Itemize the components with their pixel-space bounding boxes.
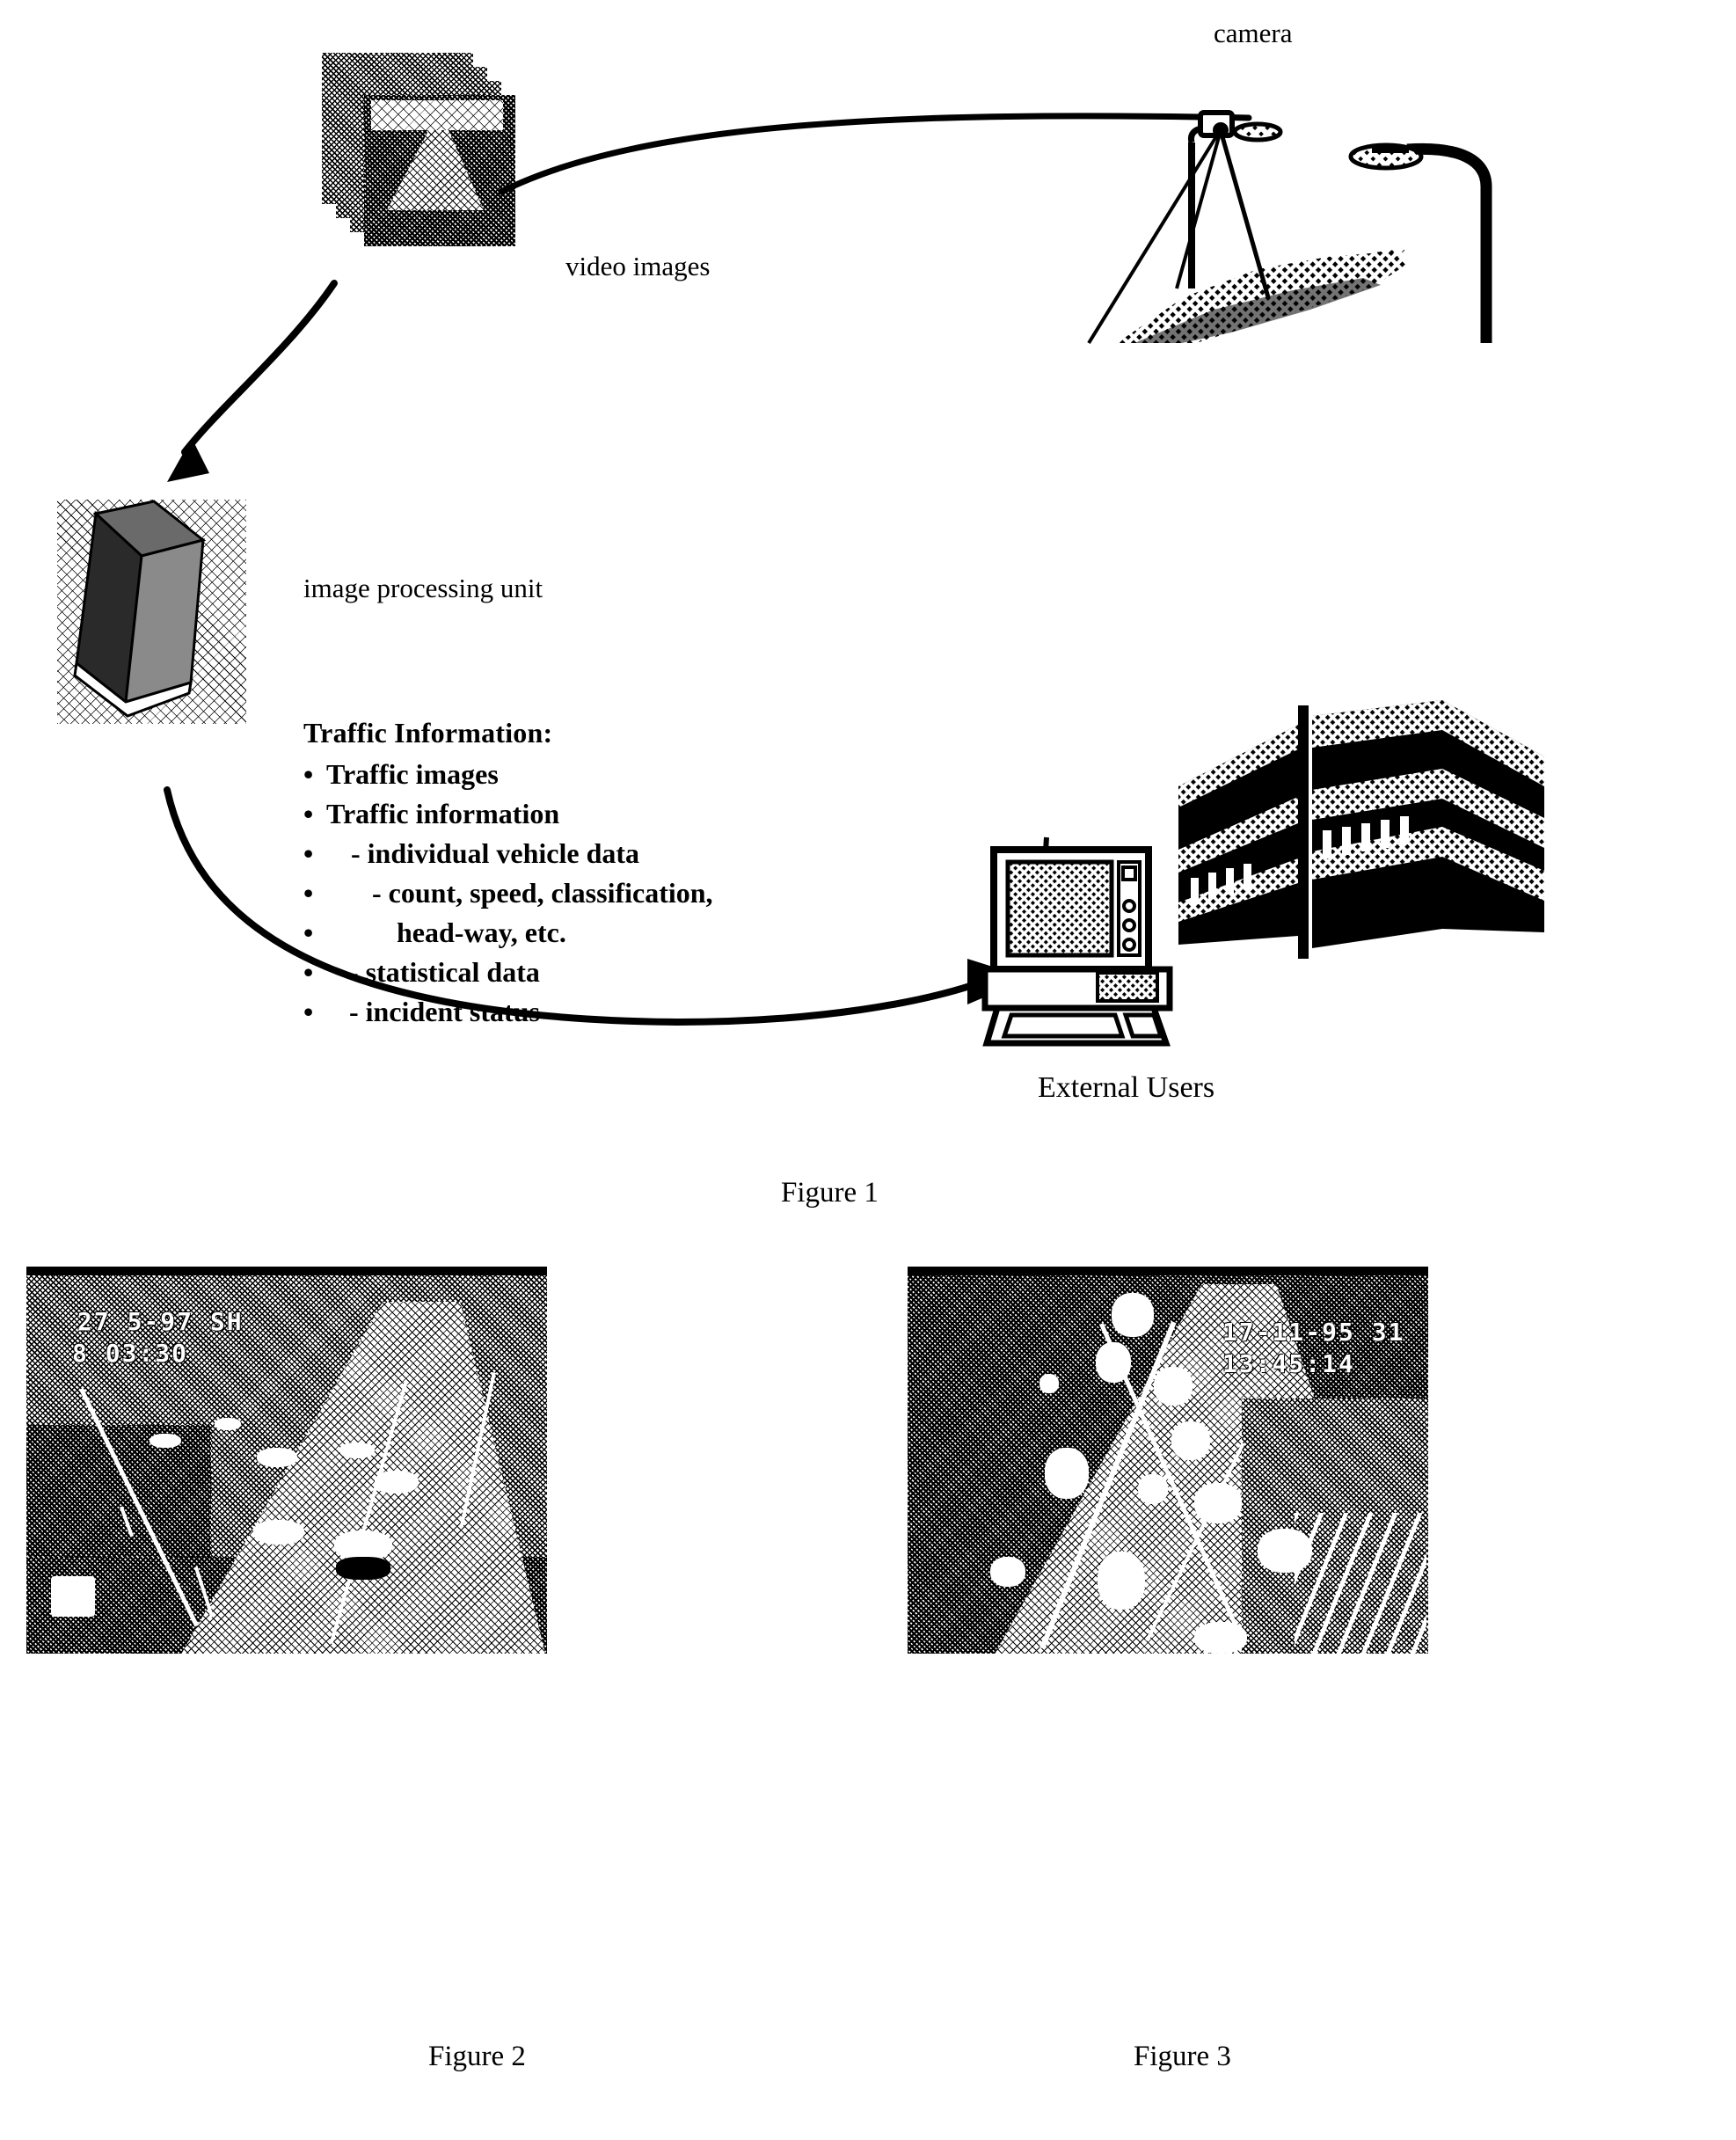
- list-item-label: Traffic images: [326, 758, 499, 790]
- list-item: • head-way, etc.: [303, 917, 713, 949]
- video-frame-road: [387, 127, 484, 210]
- list-item: • - statistical data: [303, 956, 713, 989]
- figure-2-vehicle-7: [150, 1434, 181, 1448]
- figure-3-overlay-line-1: 17-11-95 31: [1222, 1318, 1405, 1347]
- bullet-icon: •: [303, 877, 314, 909]
- list-item-label: - count, speed, classification,: [372, 877, 713, 909]
- video-frame-sky: [371, 100, 503, 130]
- flow-arrow-to-image-processing-unit: [167, 280, 338, 482]
- figure-2-vehicle-4: [253, 1520, 304, 1545]
- list-item: • - count, speed, classification,: [303, 877, 713, 909]
- figure-3-blob-11: [1194, 1622, 1247, 1654]
- bullet-icon: •: [303, 758, 314, 790]
- roadway-surface: [1117, 252, 1407, 343]
- figure-3-blob-7: [1194, 1483, 1242, 1523]
- bullet-icon: •: [303, 917, 314, 948]
- figure-2-overlay-line-2: 8 03:30: [72, 1339, 189, 1368]
- traffic-information-heading: Traffic Information:: [303, 717, 553, 749]
- figure-3-blob-2: [1096, 1342, 1131, 1383]
- figure-3-overlay-line-2: 13:45:14: [1222, 1349, 1355, 1378]
- bullet-icon: •: [303, 798, 314, 829]
- monitor-indicator: [1121, 865, 1137, 881]
- figure-2-vehicle-1: [257, 1448, 297, 1467]
- external-users-label: External Users: [1038, 1071, 1215, 1104]
- list-item-label: - incident status: [349, 996, 540, 1027]
- camera-fov-line-right: [1219, 133, 1271, 298]
- image-processing-unit: [73, 500, 207, 718]
- figure-3-caption: Figure 3: [1134, 2041, 1231, 2072]
- list-item-label: - individual vehicle data: [351, 837, 640, 869]
- figure-3-blob-1: [1112, 1293, 1154, 1337]
- street-light-pole: [1406, 142, 1492, 343]
- image-processing-unit-label: image processing unit: [303, 573, 543, 603]
- traffic-information-list: Traffic Information: • Traffic images • …: [303, 717, 713, 1035]
- figure-3-blob-8: [1098, 1552, 1145, 1610]
- figure-1-caption: Figure 1: [781, 1177, 879, 1209]
- figure-2-overlay-line-1: 27 5-97 SH: [77, 1307, 244, 1336]
- computer-slot: [1096, 971, 1159, 1003]
- keyboard-keys-numpad: [1122, 1012, 1164, 1039]
- list-item: • - individual vehicle data: [303, 837, 713, 870]
- figure-3-blob-4: [1171, 1421, 1210, 1460]
- list-item-label: head-way, etc.: [397, 917, 566, 948]
- bullet-icon: •: [303, 837, 314, 869]
- figure-2-vehicle-6-dark: [336, 1557, 390, 1580]
- figure-2-caption: Figure 2: [428, 2041, 526, 2072]
- figure-2-sign-panel: [51, 1576, 95, 1617]
- list-item: • Traffic images: [303, 758, 713, 791]
- figure-2-top-border: [26, 1267, 547, 1275]
- video-images-label: video images: [565, 251, 711, 281]
- list-item-label: - statistical data: [349, 956, 540, 988]
- list-item-label: Traffic information: [326, 798, 560, 829]
- camera-fov-line-center: [1175, 133, 1222, 289]
- figure-3-blob-6: [1138, 1474, 1168, 1504]
- figure-3-blob-12: [1039, 1374, 1059, 1393]
- bullet-icon: •: [303, 996, 314, 1027]
- figure-2-vehicle-5: [334, 1530, 392, 1560]
- figure-2-vehicle-3: [375, 1471, 419, 1494]
- building-divider: [1298, 705, 1309, 959]
- figure-3-railing: [1295, 1513, 1426, 1654]
- monitor-knob-3: [1122, 938, 1136, 952]
- figure-2-vehicle-2: [339, 1442, 375, 1458]
- list-item: • Traffic information: [303, 798, 713, 830]
- monitor-knob-2: [1122, 918, 1136, 932]
- figure-3-blob-9: [990, 1557, 1025, 1587]
- figure-3-blob-3: [1154, 1367, 1193, 1406]
- camera-label: camera: [1214, 18, 1293, 48]
- camera-lens-icon: [1232, 121, 1283, 142]
- bullet-icon: •: [303, 956, 314, 988]
- figure-1-group: video images image processing unit Traff…: [0, 0, 1736, 1231]
- figure-3-blob-5: [1045, 1448, 1089, 1499]
- keyboard-keys-main: [1001, 1012, 1126, 1039]
- figure-3-image: 17-11-95 31 13:45:14: [908, 1267, 1428, 1654]
- external-users-computer: [981, 836, 1173, 1047]
- camera-and-roadway-illustration: [1087, 110, 1492, 345]
- monitor-knob-1: [1122, 899, 1136, 913]
- list-item: • - incident status: [303, 996, 713, 1028]
- monitor-screen: [1005, 859, 1114, 958]
- figure-2-image: 27 5-97 SH 8 03:30: [26, 1267, 547, 1654]
- figure-3-top-border: [908, 1267, 1428, 1275]
- figure-2-vehicle-8: [215, 1418, 241, 1430]
